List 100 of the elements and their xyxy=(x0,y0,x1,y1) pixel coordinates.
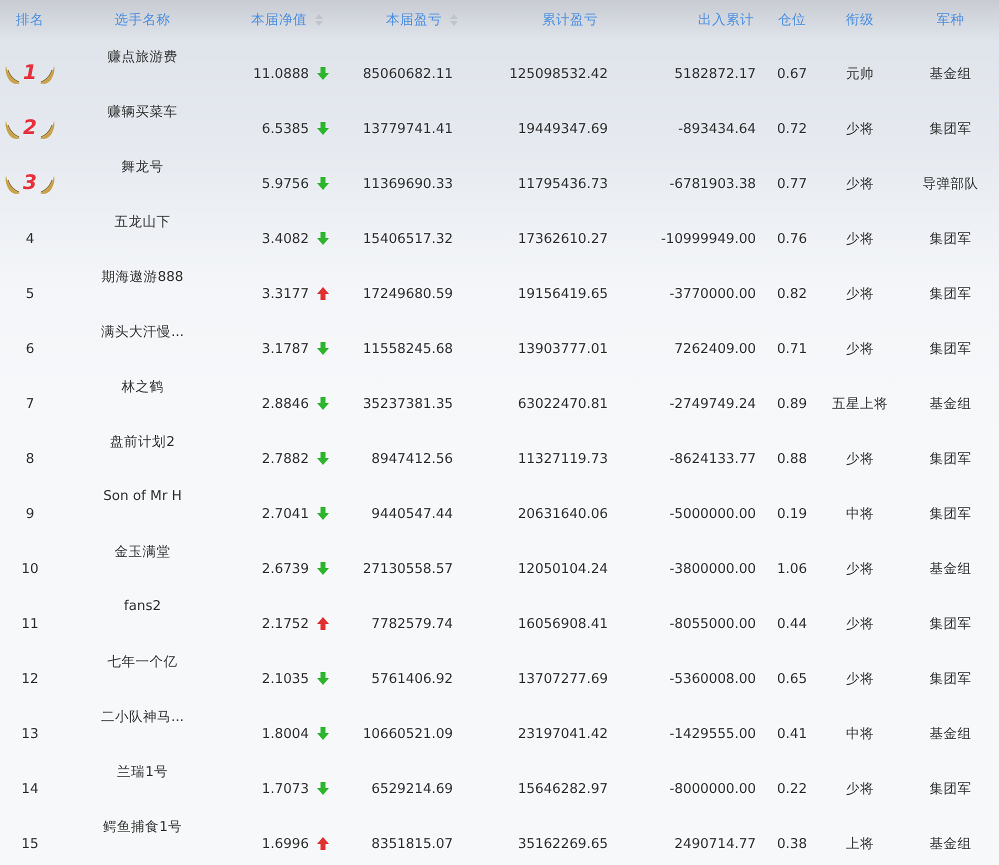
player-name: 兰瑞1号 xyxy=(117,763,168,781)
cash-flow: -10999949.00 xyxy=(660,230,756,246)
position-ratio: 0.22 xyxy=(776,780,808,796)
player-name: 赚点旅游费 xyxy=(108,48,178,66)
rank-number: 3 xyxy=(23,172,37,192)
player-name: fans2 xyxy=(124,598,162,614)
player-name: 七年一个亿 xyxy=(108,653,178,671)
branch-name: 基金组 xyxy=(930,560,972,578)
cash-flow: 7262409.00 xyxy=(674,340,756,356)
rank-number: 12 xyxy=(21,670,39,686)
branch-name: 集团军 xyxy=(930,284,972,302)
net-value: 11.0888 xyxy=(253,66,309,82)
rank-title: 中将 xyxy=(846,724,874,742)
branch-name: 集团军 xyxy=(930,230,972,248)
cash-flow: -893434.64 xyxy=(678,120,756,136)
branch-name: 基金组 xyxy=(930,834,972,852)
rank-number: 9 xyxy=(26,506,34,522)
rank-number: 14 xyxy=(21,780,39,796)
total-profit: 19156419.65 xyxy=(518,286,608,302)
position-ratio: 0.88 xyxy=(776,450,808,466)
net-value: 6.5385 xyxy=(262,120,309,136)
player-name: 满头大汗慢... xyxy=(101,323,184,341)
player-name: 林之鹤 xyxy=(122,378,164,396)
position-ratio: 0.82 xyxy=(776,286,808,302)
column-header: 排名 xyxy=(16,11,44,29)
sort-icon[interactable] xyxy=(450,14,458,26)
branch-name: 集团军 xyxy=(930,780,972,798)
net-value: 3.3177 xyxy=(262,286,309,302)
rank-number: 7 xyxy=(26,396,34,412)
rank-number: 8 xyxy=(26,450,34,466)
period-profit: 8947412.56 xyxy=(371,450,453,466)
net-value: 5.9756 xyxy=(262,176,309,192)
cash-flow: 2490714.77 xyxy=(674,836,756,852)
rank-number: 5 xyxy=(26,286,34,302)
cash-flow: -5360008.00 xyxy=(670,670,756,686)
player-name: 期海遨游888 xyxy=(102,268,184,286)
branch-name: 集团军 xyxy=(930,504,972,522)
period-profit: 35237381.35 xyxy=(362,396,453,412)
position-ratio: 0.19 xyxy=(776,506,808,522)
rank-number: 13 xyxy=(21,726,39,742)
total-profit: 17362610.27 xyxy=(518,230,608,246)
total-profit: 13707277.69 xyxy=(518,670,608,686)
rank-title: 少将 xyxy=(846,340,874,358)
player-name: 五龙山下 xyxy=(114,213,170,231)
net-value: 1.7073 xyxy=(262,780,309,796)
period-profit: 17249680.59 xyxy=(362,286,453,302)
branch-name: 基金组 xyxy=(930,724,972,742)
player-name: 二小队神马... xyxy=(101,708,184,726)
position-ratio: 0.67 xyxy=(776,66,808,82)
rank-title: 少将 xyxy=(846,284,874,302)
branch-name: 集团军 xyxy=(930,340,972,358)
column-header: 仓位 xyxy=(778,11,806,29)
net-value: 3.1787 xyxy=(262,340,309,356)
cash-flow: -8000000.00 xyxy=(670,780,756,796)
branch-name: 集团军 xyxy=(930,450,972,468)
player-name: 舞龙号 xyxy=(122,158,164,176)
rank-number: 15 xyxy=(21,836,39,852)
rank-number: 6 xyxy=(26,340,34,356)
position-ratio: 0.41 xyxy=(776,726,808,742)
position-ratio: 0.76 xyxy=(776,230,808,246)
player-name: Son of Mr H xyxy=(103,488,182,504)
cash-flow: -1429555.00 xyxy=(670,726,756,742)
cash-flow: -6781903.38 xyxy=(670,176,756,192)
period-profit: 8351815.07 xyxy=(371,836,453,852)
position-ratio: 1.06 xyxy=(776,560,808,576)
branch-name: 基金组 xyxy=(930,64,972,82)
net-value: 2.8846 xyxy=(262,396,309,412)
rank-number: 11 xyxy=(21,616,39,632)
player-name: 鳄鱼捕食1号 xyxy=(103,818,182,836)
branch-name: 集团军 xyxy=(930,614,972,632)
total-profit: 19449347.69 xyxy=(518,120,608,136)
column-header[interactable]: 本届盈亏 xyxy=(386,11,442,29)
rank-title: 少将 xyxy=(846,230,874,248)
net-value: 1.8004 xyxy=(262,726,309,742)
rank-title: 五星上将 xyxy=(832,394,888,412)
column-header[interactable]: 本届净值 xyxy=(251,11,307,29)
total-profit: 13903777.01 xyxy=(518,340,608,356)
total-profit: 35162269.65 xyxy=(518,836,608,852)
total-profit: 12050104.24 xyxy=(518,560,608,576)
period-profit: 11369690.33 xyxy=(362,176,453,192)
rank-title: 少将 xyxy=(846,120,874,138)
period-profit: 15406517.32 xyxy=(362,230,453,246)
period-profit: 10660521.09 xyxy=(362,726,453,742)
rank-title: 少将 xyxy=(846,450,874,468)
position-ratio: 0.44 xyxy=(776,616,808,632)
cash-flow: -3800000.00 xyxy=(670,560,756,576)
sort-icon[interactable] xyxy=(315,14,323,26)
player-name: 金玉满堂 xyxy=(114,543,170,561)
period-profit: 11558245.68 xyxy=(362,340,453,356)
rank-title: 少将 xyxy=(846,780,874,798)
column-header: 累计盈亏 xyxy=(542,11,598,29)
period-profit: 7782579.74 xyxy=(371,616,453,632)
position-ratio: 0.38 xyxy=(776,836,808,852)
rank-number: 2 xyxy=(23,117,37,137)
total-profit: 11795436.73 xyxy=(518,176,608,192)
cash-flow: -8055000.00 xyxy=(670,616,756,632)
rank-title: 少将 xyxy=(846,670,874,688)
total-profit: 11327119.73 xyxy=(518,450,608,466)
cash-flow: -2749749.24 xyxy=(670,396,756,412)
player-name: 盘前计划2 xyxy=(110,433,175,451)
